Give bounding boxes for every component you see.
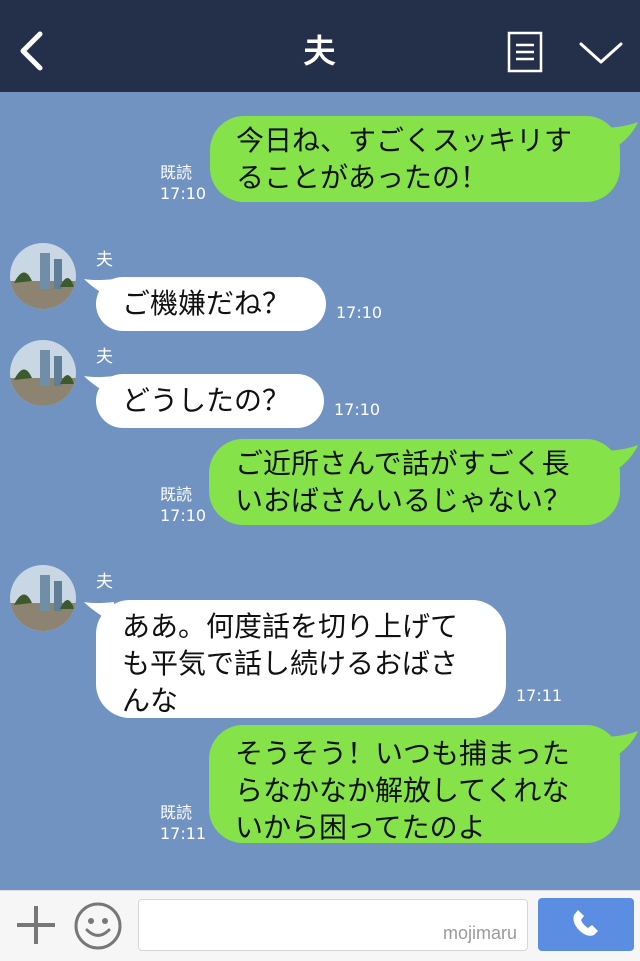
read-receipt: 既読 17:10 (160, 163, 207, 203)
input-bar: mojimaru (0, 890, 640, 961)
read-receipt: 既読 17:10 (160, 485, 207, 525)
bubble-tail (600, 445, 638, 475)
message-bubble-received[interactable]: ああ。何度話を切り上げて も平気で話し続けるおばさ んな (96, 600, 506, 718)
message-bubble-received[interactable]: ご機嫌だね？ (96, 277, 326, 331)
avatar[interactable] (10, 340, 76, 406)
sender-name: 夫 (96, 250, 113, 270)
read-receipt: 既読 17:11 (160, 803, 207, 843)
chevron-down-icon[interactable] (578, 40, 624, 66)
plus-icon[interactable] (14, 903, 58, 947)
avatar-image (10, 565, 76, 631)
message-bubble-sent[interactable]: 今日ね、すごくスッキリす ることがあったの！ (210, 116, 620, 202)
avatar-image (10, 243, 76, 309)
avatar-image (10, 340, 76, 406)
call-button[interactable] (538, 898, 634, 951)
message-bubble-sent[interactable]: そうそう！いつも捕まった らなかなか解放してくれな いから困ってたのよ (209, 725, 620, 844)
message-time: 17:10 (334, 400, 381, 419)
bubble-tail (600, 122, 638, 152)
message-input[interactable]: mojimaru (138, 899, 528, 951)
message-time: 17:10 (336, 303, 383, 322)
phone-icon (573, 910, 598, 936)
message-bubble-sent[interactable]: ご近所さんで話がすごく長 いおばさんいるじゃない？ (209, 439, 620, 525)
message-bubble-received[interactable]: どうしたの？ (96, 374, 324, 428)
chat-title: 夫 (303, 32, 337, 70)
menu-icon[interactable] (507, 31, 543, 73)
avatar[interactable] (10, 565, 76, 631)
sender-name: 夫 (96, 347, 113, 367)
watermark: mojimaru (442, 923, 517, 943)
bubble-tail (600, 731, 638, 761)
message-time: 17:11 (516, 686, 563, 705)
smiley-icon[interactable] (73, 901, 123, 951)
sender-name: 夫 (96, 572, 113, 592)
chat-header: 夫 (0, 0, 640, 92)
avatar[interactable] (10, 243, 76, 309)
